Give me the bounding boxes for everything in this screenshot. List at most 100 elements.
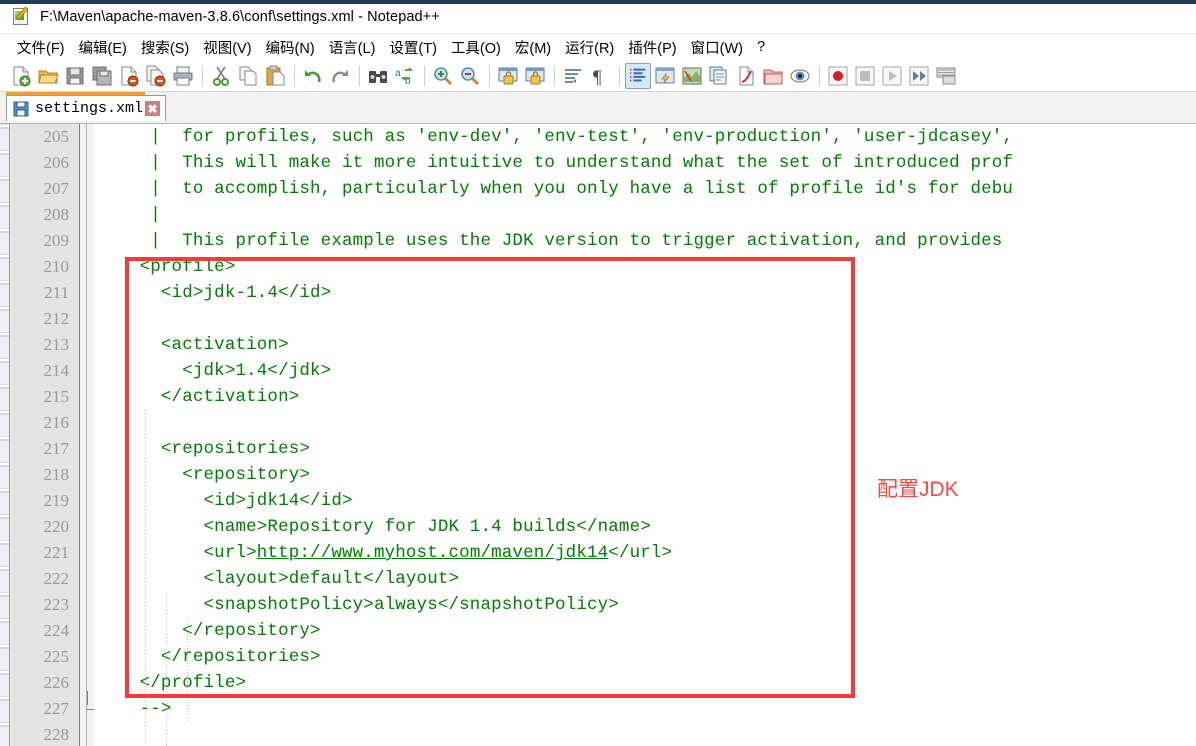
menu-view[interactable]: 视图(V) (196, 35, 258, 60)
copy-icon[interactable] (235, 63, 261, 89)
menu-window[interactable]: 窗口(W) (684, 35, 750, 60)
code-line[interactable]: 217 <repositories> (11, 436, 1196, 462)
notepadpp-window: F:\Maven\apache-maven-3.8.6\conf\setting… (0, 0, 1196, 746)
sync-horizontal-scroll-icon[interactable] (522, 63, 548, 89)
menu-edit[interactable]: 编辑(E) (72, 35, 134, 60)
code-line[interactable]: 208 | (11, 202, 1196, 228)
menu-encoding[interactable]: 编码(N) (259, 35, 322, 60)
menu-settings[interactable]: 设置(T) (382, 35, 444, 60)
undo-icon[interactable] (300, 63, 326, 89)
close-icon[interactable]: ✖ (145, 101, 161, 116)
code-line[interactable]: 211 <id>jdk-1.4</id> (11, 280, 1196, 306)
line-number: 214 (43, 361, 70, 380)
code-lines[interactable]: 205 | for profiles, such as 'env-dev', '… (11, 124, 1196, 746)
editor-pane[interactable]: 205 | for profiles, such as 'env-dev', '… (11, 124, 1196, 746)
code-line[interactable]: 222 <layout>default</layout> (11, 566, 1196, 592)
code-line[interactable]: 207 | to accomplish, particularly when y… (11, 176, 1196, 202)
code-text-prefix: <url> (97, 543, 257, 563)
svg-text:a: a (395, 68, 401, 79)
menu-macro[interactable]: 宏(M) (508, 35, 558, 60)
code-line[interactable]: 209 | This profile example uses the JDK … (11, 228, 1196, 254)
line-number: 208 (43, 205, 70, 224)
code-text: <url>http://www.myhost.com/maven/jdk14</… (97, 540, 673, 566)
toolbar-separator-3 (359, 65, 360, 86)
tab-settings-xml[interactable]: settings.xml ✖ (6, 95, 167, 121)
fold-marker[interactable] (82, 691, 94, 715)
menu-file[interactable]: 文件(F) (10, 35, 72, 60)
code-line[interactable]: 224 </repository> (11, 618, 1196, 644)
menu-tools[interactable]: 工具(O) (444, 35, 508, 60)
sync-vertical-scroll-icon[interactable] (495, 63, 521, 89)
code-line[interactable]: 205 | for profiles, such as 'env-dev', '… (11, 124, 1196, 150)
code-line[interactable]: 210 <profile> (11, 254, 1196, 280)
code-line[interactable]: 214 <jdk>1.4</jdk> (11, 358, 1196, 384)
line-number: 212 (43, 309, 70, 328)
docked-panel-sliver[interactable] (0, 124, 10, 746)
menu-run[interactable]: 运行(R) (558, 35, 621, 60)
cut-icon[interactable] (208, 63, 234, 89)
open-file-icon[interactable] (35, 63, 61, 89)
line-number: 210 (43, 257, 70, 276)
code-line[interactable]: 219 <id>jdk14</id> (11, 488, 1196, 514)
code-line[interactable]: 215 </activation> (11, 384, 1196, 410)
code-text: </repositories> (97, 647, 321, 667)
window-top-accent (0, 0, 1196, 4)
menu-language[interactable]: 语言(L) (322, 35, 383, 60)
macro-stop-icon[interactable] (852, 63, 878, 89)
close-file-icon[interactable] (116, 63, 142, 89)
zoom-out-icon[interactable] (457, 63, 483, 89)
macro-run-multiple-icon[interactable] (906, 63, 932, 89)
macro-play-icon[interactable] (879, 63, 905, 89)
code-line[interactable]: 213 <activation> (11, 332, 1196, 358)
toolbar: a b ¶ (0, 60, 1196, 92)
menu-help[interactable]: ? (750, 37, 772, 57)
show-all-characters-icon[interactable]: ¶ (587, 63, 613, 89)
zoom-in-icon[interactable] (430, 63, 456, 89)
code-text: | This will make it more intuitive to un… (97, 153, 1014, 173)
save-all-icon[interactable] (89, 63, 115, 89)
code-line[interactable]: 212 (11, 306, 1196, 332)
code-line[interactable]: 225 </repositories> (11, 644, 1196, 670)
menu-search[interactable]: 搜索(S) (134, 35, 196, 60)
line-number: 218 (43, 465, 70, 484)
redo-icon[interactable] (327, 63, 353, 89)
code-line[interactable]: 216 (11, 410, 1196, 436)
user-defined-language-icon[interactable] (652, 63, 678, 89)
close-all-files-icon[interactable] (143, 63, 169, 89)
show-document-map-icon[interactable] (679, 63, 705, 89)
show-indent-guide-icon[interactable] (625, 62, 651, 89)
new-file-icon[interactable] (8, 63, 34, 89)
find-icon[interactable] (365, 63, 391, 89)
save-icon[interactable] (62, 63, 88, 89)
code-text: <id>jdk-1.4</id> (97, 283, 332, 303)
replace-icon[interactable]: a b (392, 63, 418, 89)
code-line[interactable]: 226 </profile> (11, 670, 1196, 696)
function-list-icon[interactable] (733, 63, 759, 89)
word-wrap-icon[interactable] (560, 63, 586, 89)
code-line[interactable]: 220 <name>Repository for JDK 1.4 builds<… (11, 514, 1196, 540)
code-line[interactable]: 221 <url>http://www.myhost.com/maven/jdk… (11, 540, 1196, 566)
monitoring-icon[interactable] (787, 63, 813, 89)
macro-save-icon[interactable] (933, 63, 959, 89)
line-number: 209 (43, 231, 70, 250)
document-list-icon[interactable] (706, 63, 732, 89)
paste-icon[interactable] (262, 63, 288, 89)
code-line[interactable]: 228 (11, 722, 1196, 746)
menu-plugins[interactable]: 插件(P) (621, 35, 683, 60)
folder-as-workspace-icon[interactable] (760, 63, 786, 89)
code-text: <snapshotPolicy>always</snapshotPolicy> (97, 595, 619, 615)
code-text: | to accomplish, particularly when you o… (97, 179, 1014, 199)
print-icon[interactable] (170, 63, 196, 89)
code-line[interactable]: 223 <snapshotPolicy>always</snapshotPoli… (11, 592, 1196, 618)
code-text: </repository> (97, 621, 321, 641)
toolbar-separator-2 (294, 65, 295, 86)
line-number: 224 (43, 621, 70, 640)
code-text: <repositories> (97, 439, 311, 459)
macro-record-icon[interactable] (825, 63, 851, 89)
url-link[interactable]: http://www.myhost.com/maven/jdk14 (257, 543, 609, 563)
code-line[interactable]: 227 --> (11, 696, 1196, 722)
code-line[interactable]: 218 <repository> (11, 462, 1196, 488)
tab-bar: settings.xml ✖ (0, 92, 1196, 124)
code-text: <profile> (97, 257, 236, 277)
code-line[interactable]: 206 | This will make it more intuitive t… (11, 150, 1196, 176)
